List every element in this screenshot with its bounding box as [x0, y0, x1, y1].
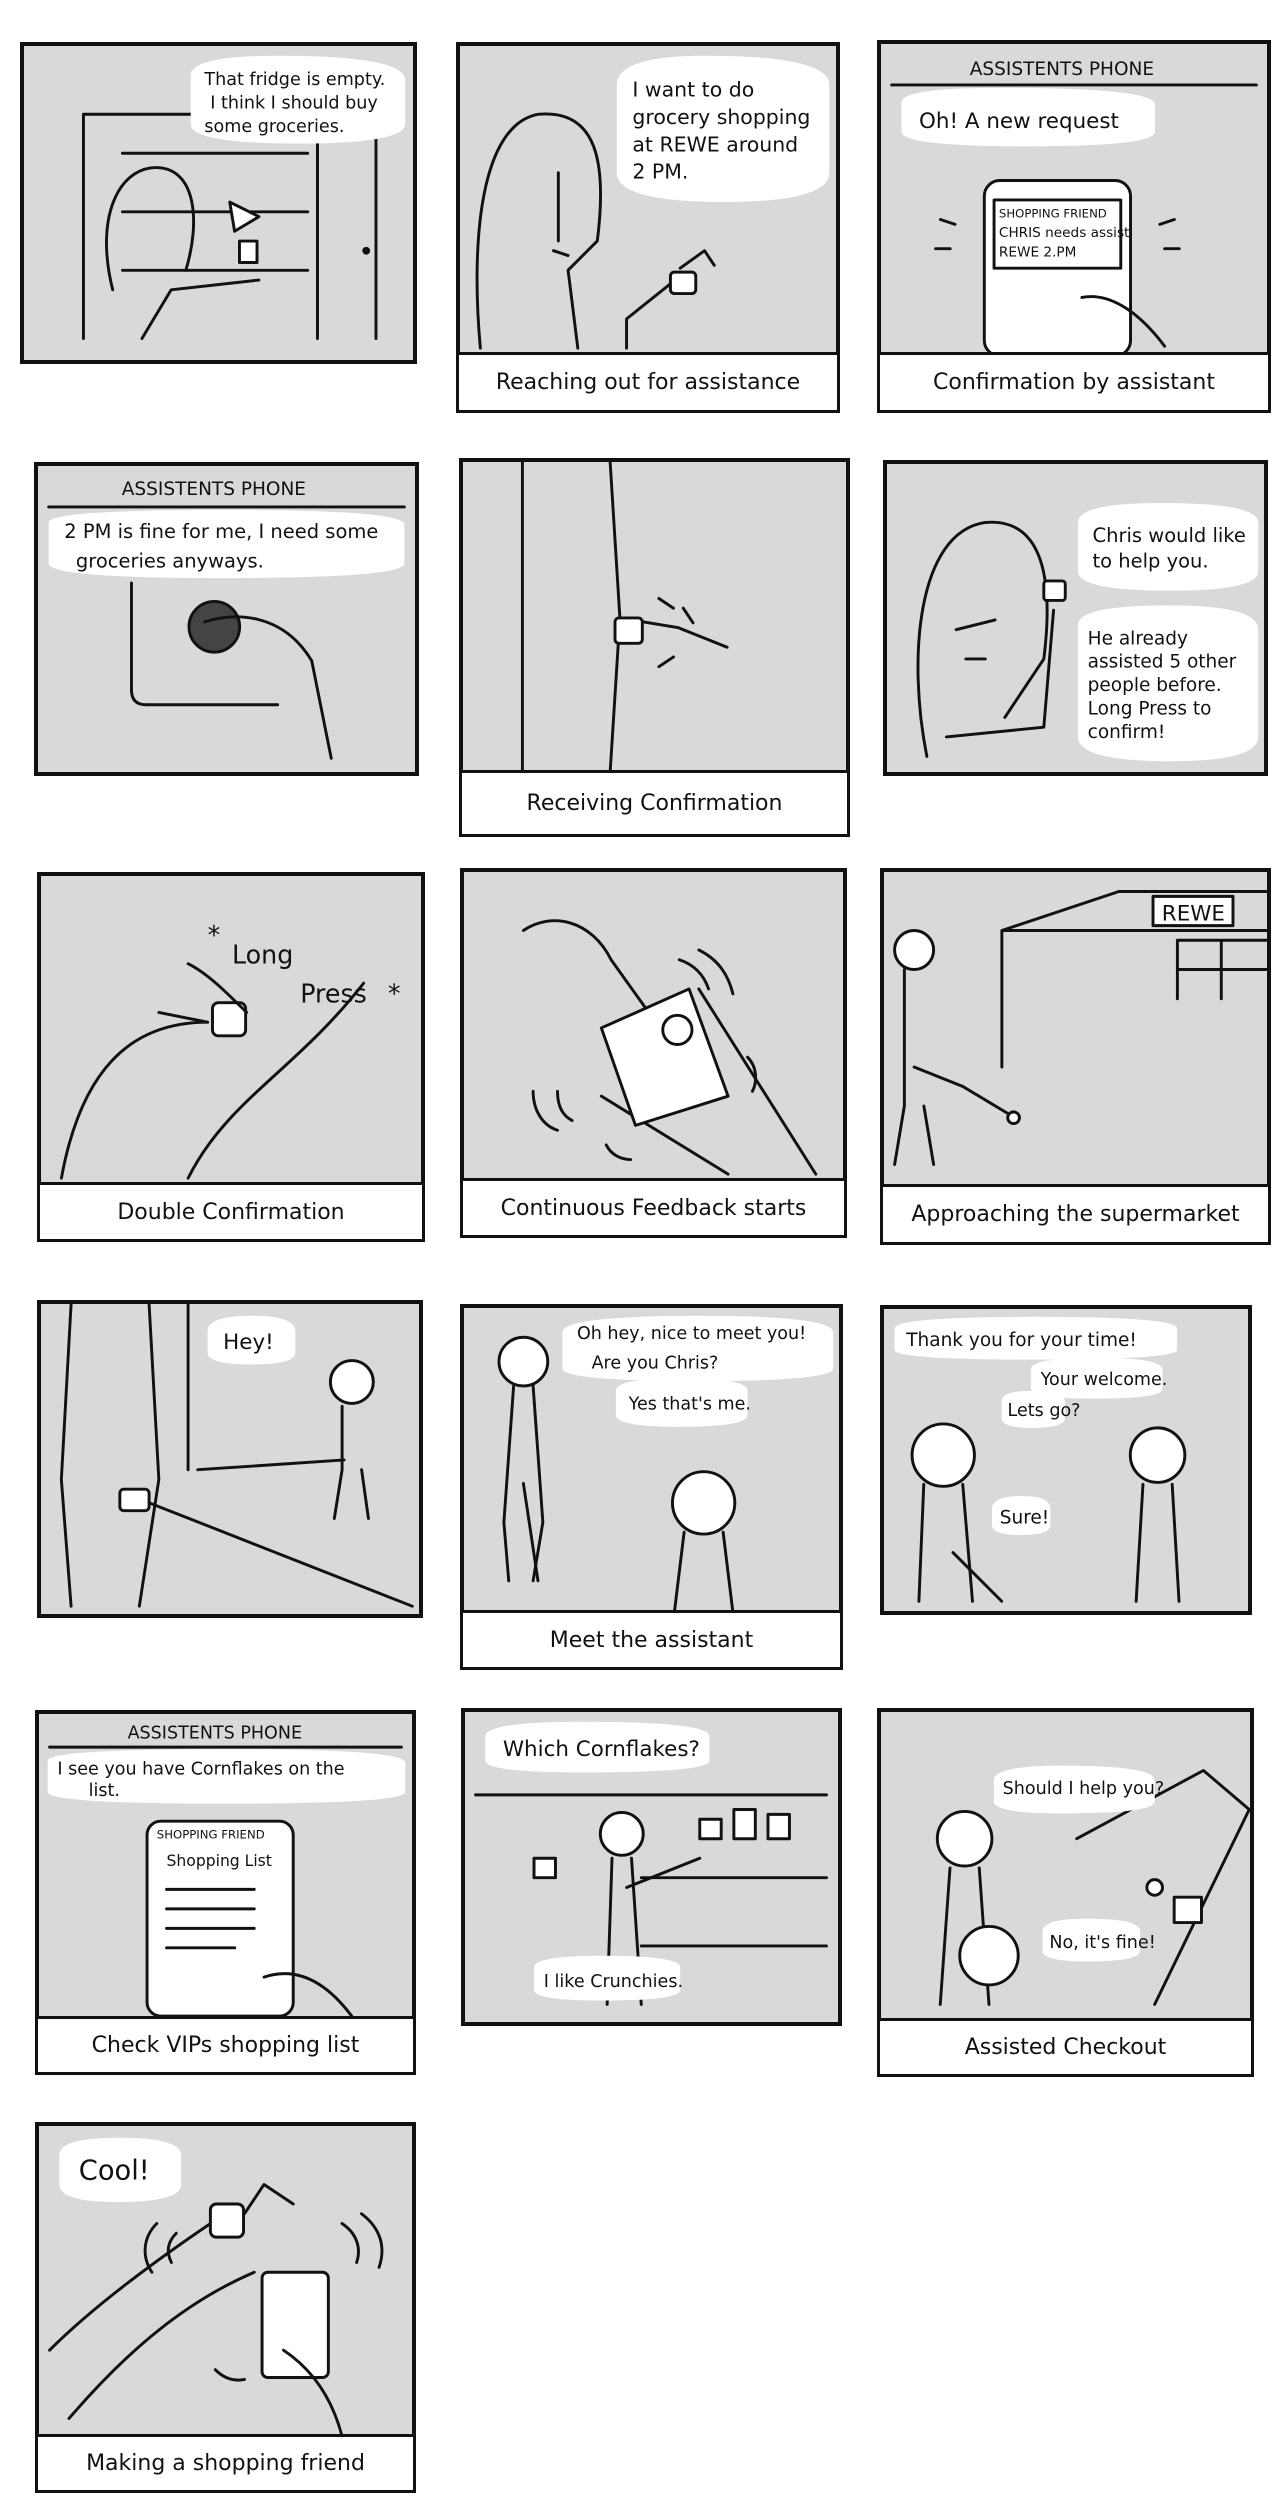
panel-15-text-1: Should I help you? [1003, 1779, 1165, 1799]
panel-6-text-5: people before. [1088, 675, 1222, 696]
panel-6-text-4: assisted 5 other [1088, 652, 1237, 673]
panel-13-text-4: SHOPPING FRIEND [157, 1828, 265, 1842]
panel-5 [459, 458, 850, 776]
panel-8-caption: Continuous Feedback starts [460, 1178, 847, 1238]
panel-2-text-2: grocery shopping [632, 105, 810, 129]
panel-14: Which Cornflakes? I like Crunchies. [461, 1708, 842, 2026]
panel-13: ASSISTENTS PHONE I see you have Cornflak… [35, 1710, 416, 2022]
panel-5-sketch [520, 462, 729, 772]
panel-7: Long Press * * [37, 872, 425, 1188]
panel-3-text-5: REWE 2.PM [999, 245, 1076, 261]
panel-12: Thank you for your time! Your welcome. L… [880, 1305, 1252, 1615]
panel-3-sketch: ASSISTENTS PHONE Oh! A new request SHOPP… [890, 59, 1258, 354]
panel-7-caption: Double Confirmation [37, 1182, 425, 1242]
panel-3-text-4: CHRIS needs assist [999, 225, 1130, 241]
panel-6: Chris would like to help you. He already… [883, 460, 1268, 776]
panel-15-text-2: No, it's fine! [1049, 1933, 1155, 1953]
panel-13-caption: Check VIPs shopping list [35, 2016, 416, 2075]
panel-3: ASSISTENTS PHONE Oh! A new request SHOPP… [877, 40, 1271, 358]
panel-16-text-1: Cool! [79, 2156, 150, 2187]
panel-11-caption: Meet the assistant [460, 1610, 843, 1670]
panel-1: That fridge is empty. I think I should b… [20, 42, 417, 364]
panel-4-sketch: ASSISTENTS PHONE 2 PM is fine for me, I … [47, 479, 406, 760]
panel-13-text-2: I see you have Cornflakes on the [57, 1759, 344, 1779]
panel-12-text-2: Your welcome. [1040, 1370, 1168, 1390]
panel-13-text-5: Shopping List [167, 1852, 272, 1870]
panel-2-text-3: at REWE around [632, 132, 798, 156]
panel-13-text-3: list. [89, 1781, 120, 1801]
svg-text:*: * [388, 979, 401, 1009]
panel-2-sketch: I want to do grocery shopping at REWE ar… [475, 55, 830, 350]
panel-9-sketch: REWE [893, 890, 1267, 1167]
panel-1-text-1: That fridge is empty. [203, 70, 385, 90]
panel-12-text-1: Thank you for your time! [905, 1330, 1137, 1351]
panel-6-text-3: He already [1088, 628, 1188, 649]
panel-7-text-2: Press [300, 979, 367, 1009]
panel-9-caption: Approaching the supermarket [880, 1184, 1271, 1245]
panel-13-text-1: ASSISTENTS PHONE [128, 1723, 302, 1743]
panel-16-caption: Making a shopping friend [35, 2434, 416, 2493]
panel-11-text-1: Oh hey, nice to meet you! [577, 1324, 806, 1344]
panel-7-text-1: Long [232, 940, 293, 970]
panel-8 [460, 868, 847, 1184]
panel-4-text-1: ASSISTENTS PHONE [122, 479, 306, 500]
panel-11: Oh hey, nice to meet you! Are you Chris?… [460, 1304, 843, 1616]
panel-15: Should I help you? No, it's fine! [877, 1708, 1254, 2024]
panel-10: Hey! [37, 1300, 423, 1618]
panel-6-text-7: confirm! [1088, 722, 1166, 743]
panel-14-text-1: Which Cornflakes? [503, 1737, 700, 1762]
panel-9: REWE [880, 868, 1271, 1190]
panel-2-text-4: 2 PM. [632, 160, 688, 184]
panel-8-sketch [521, 919, 818, 1176]
panel-6-sketch: Chris would like to help you. He already… [916, 502, 1259, 762]
panel-3-text-1: ASSISTENTS PHONE [970, 59, 1154, 80]
panel-11-sketch: Oh hey, nice to meet you! Are you Chris?… [497, 1315, 834, 1612]
panel-14-text-2: I like Crunchies. [544, 1972, 683, 1992]
panel-12-text-3: Lets go? [1008, 1401, 1081, 1421]
svg-text:*: * [208, 920, 221, 950]
panel-11-text-2: Are you Chris? [592, 1353, 719, 1373]
panel-1-sketch: That fridge is empty. I think I should b… [81, 55, 406, 341]
panel-1-text-3: some groceries. [204, 117, 344, 137]
panel-4: ASSISTENTS PHONE 2 PM is fine for me, I … [34, 462, 419, 776]
panel-12-sketch: Thank you for your time! Your welcome. L… [894, 1316, 1187, 1603]
panel-4-text-2: 2 PM is fine for me, I need some [64, 520, 378, 543]
panel-14-sketch: Which Cornflakes? I like Crunchies. [474, 1721, 828, 2006]
panel-11-text-3: Yes that's me. [628, 1394, 751, 1414]
panel-16: Cool! [35, 2122, 416, 2440]
panel-5-caption: Receiving Confirmation [459, 770, 850, 837]
panel-10-text-1: Hey! [223, 1330, 274, 1355]
panel-10-sketch: Hey! [59, 1304, 414, 1608]
panel-3-text-2: Oh! A new request [919, 109, 1119, 134]
panel-2-text-1: I want to do [632, 78, 754, 102]
panel-12-text-4: Sure! [1000, 1507, 1049, 1528]
panel-1-text-2: I think I should buy [210, 93, 378, 113]
panel-9-text-1: REWE [1162, 902, 1225, 927]
panel-13-sketch: ASSISTENTS PHONE I see you have Cornflak… [47, 1723, 406, 2018]
panel-4-text-3: groceries anyways. [76, 549, 264, 572]
panel-3-caption: Confirmation by assistant [877, 352, 1271, 413]
panel-6-text-1: Chris would like [1093, 524, 1246, 547]
panel-16-sketch: Cool! [48, 2137, 384, 2436]
panel-3-text-3: SHOPPING FRIEND [999, 207, 1107, 221]
panel-7-sketch: Long Press * * [59, 920, 401, 1180]
panel-15-caption: Assisted Checkout [877, 2018, 1254, 2077]
panel-2-caption: Reaching out for assistance [456, 352, 840, 413]
panel-6-text-2: to help you. [1093, 549, 1209, 572]
panel-15-sketch: Should I help you? No, it's fine! [935, 1765, 1250, 2006]
panel-2: I want to do grocery shopping at REWE ar… [456, 42, 840, 358]
panel-6-text-6: Long Press to [1088, 698, 1212, 719]
